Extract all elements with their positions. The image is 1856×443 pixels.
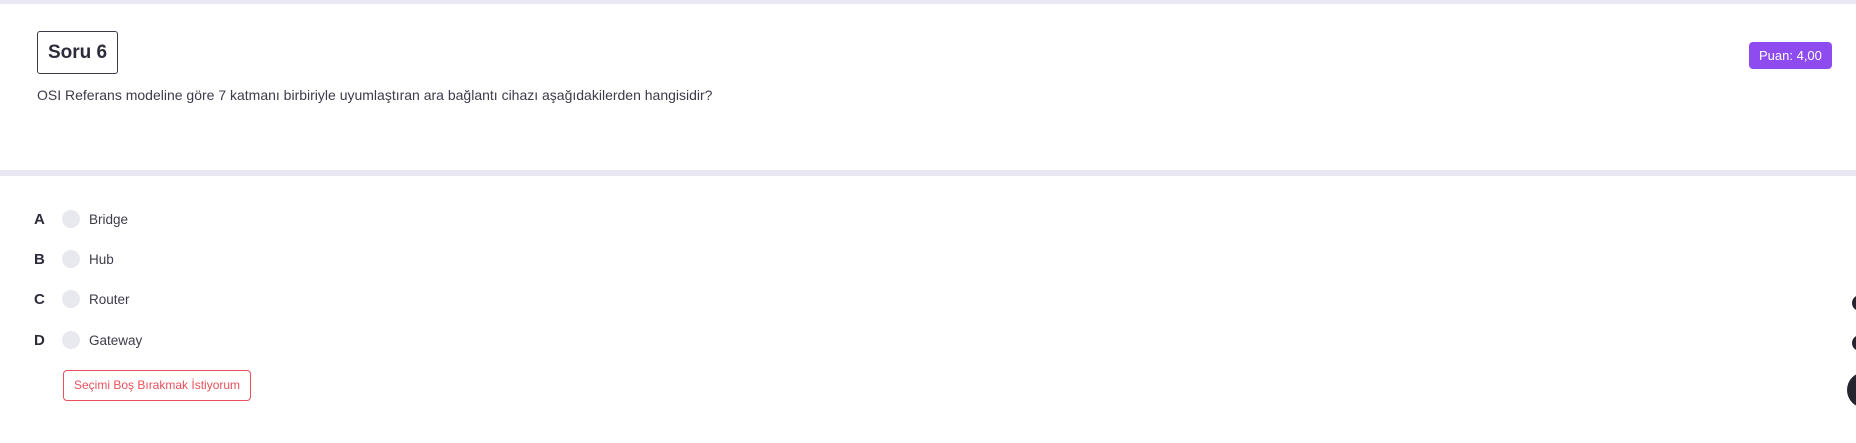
radio-button[interactable]	[62, 290, 80, 308]
option-letter: D	[34, 331, 45, 349]
section-divider	[0, 170, 1856, 176]
option-letter: C	[34, 290, 45, 308]
option-label[interactable]: Bridge	[89, 212, 128, 227]
option-b[interactable]: B Hub	[0, 244, 400, 274]
floating-action-button[interactable]	[1847, 372, 1856, 408]
question-number: Soru 6	[37, 31, 119, 74]
question-card: Soru 6 Puan: 4,00 OSI Referans modeline …	[0, 4, 1856, 170]
radio-button[interactable]	[62, 210, 80, 228]
option-label[interactable]: Gateway	[89, 333, 142, 348]
floating-control[interactable]	[1852, 335, 1856, 351]
floating-control[interactable]	[1852, 295, 1856, 311]
skip-answer-button[interactable]: Seçimi Boş Bırakmak İstiyorum	[63, 370, 252, 401]
score-badge: Puan: 4,00	[1749, 42, 1832, 69]
radio-button[interactable]	[62, 250, 80, 268]
option-c[interactable]: C Router	[0, 284, 400, 314]
option-letter: B	[34, 250, 45, 268]
option-a[interactable]: A Bridge	[0, 204, 400, 234]
option-label[interactable]: Router	[89, 292, 130, 307]
question-text: OSI Referans modeline göre 7 katmanı bir…	[37, 87, 713, 103]
option-letter: A	[34, 210, 45, 228]
option-label[interactable]: Hub	[89, 252, 114, 267]
radio-button[interactable]	[62, 331, 80, 349]
option-d[interactable]: D Gateway	[0, 325, 400, 355]
